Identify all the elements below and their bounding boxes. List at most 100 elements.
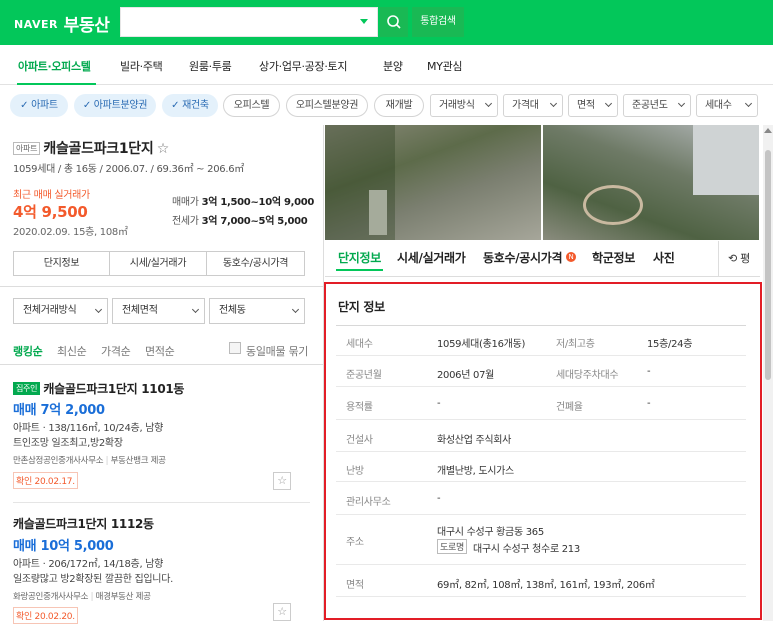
price-history-button[interactable]: 시세/실거래가 [109, 251, 207, 276]
filter-trade-type[interactable]: 거래방식 [430, 94, 498, 117]
search-button[interactable] [380, 7, 408, 37]
info-value: 15층/24층 [647, 339, 693, 350]
listing-title-row[interactable]: 집주인 캐슬골드파크1단지 1101동 [13, 380, 184, 397]
nav-villa-house[interactable]: 빌라·주택 [120, 58, 163, 74]
photo-building [693, 125, 759, 195]
complex-info-button[interactable]: 단지정보 [13, 251, 110, 276]
group-same-label: 동일매물 묶기 [246, 345, 309, 358]
scrollbar-thumb[interactable] [765, 150, 771, 380]
photo-path [583, 185, 643, 225]
info-label: 건폐율 [556, 402, 583, 413]
search-icon [387, 15, 401, 29]
divider [0, 364, 323, 365]
nav-commercial-land[interactable]: 상가·업무·공장·토지 [259, 58, 347, 74]
search-input[interactable] [120, 7, 378, 37]
listing-favorite-icon[interactable]: ☆ [273, 472, 291, 490]
chip-officetel[interactable]: 오피스텔 [223, 94, 280, 117]
info-row: 난방 개별난방, 도시가스 [336, 452, 746, 482]
scroll-up-icon[interactable] [764, 128, 772, 133]
info-label: 세대수 [346, 339, 373, 350]
complex-photo[interactable] [543, 125, 759, 240]
info-label: 면적 [346, 580, 364, 591]
tab-price-history[interactable]: 시세/실거래가 [397, 249, 466, 266]
complex-photo[interactable] [325, 125, 541, 240]
listing-desc: 트인조망 일조최고,방2확장 [13, 438, 123, 449]
road-name-tag: 도로명 [437, 539, 467, 554]
listing-info: 아파트 · 206/172㎡, 14/18층, 남향 [13, 559, 164, 570]
tab-photos[interactable]: 사진 [653, 249, 675, 266]
list-filter-area[interactable]: 전체면적 [112, 298, 205, 324]
info-value: - [647, 366, 651, 377]
info-value: 69㎡, 82㎡, 108㎡, 138㎡, 161㎡, 193㎡, 206㎡ [437, 580, 655, 591]
complex-type-tag: 아파트 [13, 142, 41, 155]
listing-confirm-date: 확인 20.02.20. [13, 607, 78, 624]
category-nav: 아파트·오피스텔 빌라·주택 원룸·투룸 상가·업무·공장·토지 분양 MY관심 [0, 45, 773, 85]
refresh-icon: ⟲ [728, 252, 737, 265]
divider [13, 502, 310, 503]
nav-presale[interactable]: 분양 [383, 58, 403, 74]
address-jibun: 대구시 수성구 황금동 365 [437, 527, 544, 538]
nav-my-interest[interactable]: MY관심 [427, 58, 463, 74]
info-label: 세대당주차대수 [556, 370, 619, 381]
favorite-star-icon[interactable]: ☆ [157, 141, 170, 157]
info-title: 단지 정보 [338, 300, 385, 314]
tab-complex-info[interactable]: 단지정보 [338, 249, 381, 266]
recent-price: 4억 9,500 [13, 203, 88, 221]
info-value: 1059세대(총16개동) [437, 339, 526, 350]
listing-desc: 일조량많고 방2확장된 깔끔한 집입니다. [13, 574, 173, 585]
info-row: 관리사무소 - [336, 482, 746, 515]
info-label: 준공년월 [346, 370, 382, 381]
filter-households[interactable]: 세대수 [696, 94, 758, 117]
list-filter-building[interactable]: 전체동 [209, 298, 305, 324]
listing-info: 아파트 · 138/116㎡, 10/24층, 남향 [13, 423, 164, 434]
listing-agent: 화랑공인중개사사무소 | 매경부동산 제공 [13, 592, 151, 602]
filter-year[interactable]: 준공년도 [623, 94, 691, 117]
sort-price[interactable]: 가격순 [101, 343, 131, 359]
info-label: 난방 [346, 466, 364, 477]
chip-apartment-presale[interactable]: ✓ 아파트분양권 [74, 94, 156, 117]
address-road: 대구시 수성구 청수로 213 [473, 544, 580, 555]
complex-summary: 1059세대 / 총 16동 / 2006.07. / 69.36㎡ ~ 206… [13, 164, 244, 175]
search-dropdown-icon[interactable] [360, 19, 368, 24]
listing-favorite-icon[interactable]: ☆ [273, 603, 291, 621]
listing-title[interactable]: 캐슬골드파크1단지 1112동 [13, 515, 154, 532]
info-value: 화성산업 주식회사 [437, 435, 512, 446]
list-filter-trade[interactable]: 전체거래방식 [13, 298, 108, 324]
chip-reconstruction[interactable]: ✓ 재건축 [162, 94, 218, 117]
nav-apartment-officetel[interactable]: 아파트·오피스텔 [18, 58, 91, 74]
listing-agent: 만촌삼정공인중개사사무소 | 부동산뱅크 제공 [13, 456, 166, 466]
info-label: 저/최고층 [556, 339, 595, 350]
nav-active-underline [17, 83, 96, 85]
recent-price-detail: 2020.02.09. 15층, 108㎡ [13, 227, 128, 238]
complex-title-row: 아파트 캐슬골드파크1단지 ☆ [13, 138, 169, 158]
info-value: - [437, 493, 441, 504]
tab-unit-publicprice[interactable]: 동호수/공시가격 [483, 249, 563, 266]
pyeong-toggle[interactable]: ⟲ 평 [728, 250, 750, 266]
filter-area[interactable]: 면적 [568, 94, 618, 117]
new-badge: N [566, 252, 576, 262]
chip-officetel-presale[interactable]: 오피스텔분양권 [286, 94, 368, 117]
info-label: 관리사무소 [346, 497, 391, 508]
integrated-search-button[interactable]: 통합검색 [412, 7, 464, 37]
group-same-checkbox[interactable] [229, 342, 241, 354]
filter-price[interactable]: 가격대 [503, 94, 563, 117]
tab-active-underline [336, 269, 383, 271]
sort-area[interactable]: 면적순 [145, 343, 175, 359]
naver-land-logo[interactable]: NAVER 부동산 [14, 11, 110, 36]
divider [0, 286, 323, 287]
tab-school[interactable]: 학군정보 [592, 249, 635, 266]
chip-apartment[interactable]: ✓ 아파트 [10, 94, 68, 117]
divider [325, 276, 760, 277]
info-value: - [437, 398, 441, 409]
info-row: 준공년월 2006년 07월 세대당주차대수 - [336, 356, 746, 387]
sale-price-range: 매매가 3억 1,500~10억 9,000 [172, 197, 315, 208]
chip-redevelopment[interactable]: 재개발 [374, 94, 424, 117]
info-row: 건설사 화성산업 주식회사 [336, 420, 746, 452]
info-label: 용적률 [346, 402, 373, 413]
photo-trees [325, 125, 395, 240]
unit-publicprice-button[interactable]: 동호수/공시가격 [206, 251, 305, 276]
listing-price: 매매 10억 5,000 [13, 539, 114, 554]
sort-ranking[interactable]: 랭킹순 [13, 343, 43, 359]
nav-oneroom-tworoom[interactable]: 원룸·투룸 [189, 58, 232, 74]
sort-latest[interactable]: 최신순 [57, 343, 87, 359]
